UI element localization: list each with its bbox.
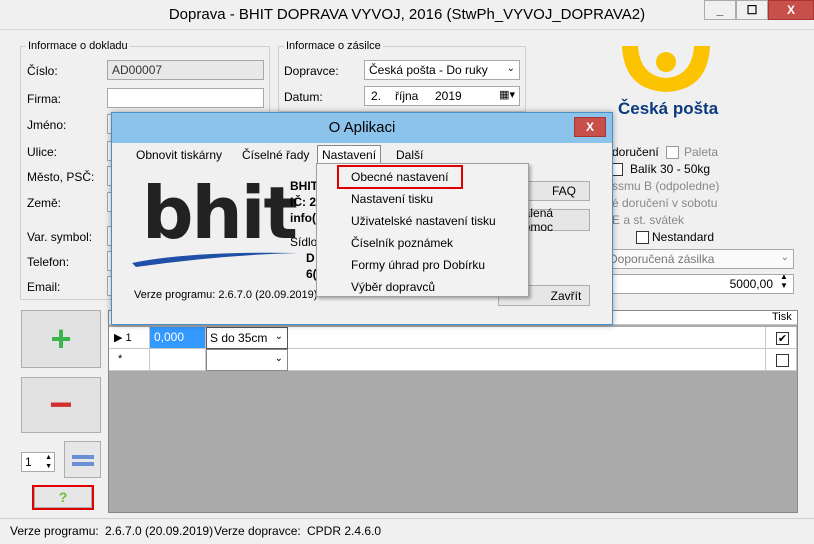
menu-formy-uhrad[interactable]: Formy úhrad pro Dobírku: [351, 258, 485, 272]
obecne-highlight: [337, 165, 463, 189]
dialog-version: Verze programu: 2.6.7.0 (20.09.2019): [134, 289, 318, 301]
dopravce-select[interactable]: Česká pošta - Do ruky ⌄: [364, 60, 520, 80]
row-marker: *: [118, 353, 123, 365]
email-label: Email:: [27, 280, 61, 294]
calendar-icon[interactable]: ▦▾: [499, 88, 515, 101]
balik-label: Balík 30 - 50kg: [630, 162, 711, 176]
weight-cell[interactable]: [150, 349, 206, 371]
zeme-label: Země:: [27, 196, 62, 210]
size-cell[interactable]: ⌄: [206, 349, 288, 371]
empty-cell: [288, 327, 766, 349]
chevron-down-icon: ⌄: [274, 331, 283, 342]
datum-picker[interactable]: 2. října 2019 ▦▾: [364, 86, 520, 106]
amount-field[interactable]: 5000,00: [604, 274, 794, 294]
svatek-label: E a st. svátek: [612, 213, 685, 227]
sidlo-line1: D: [306, 251, 315, 265]
datum-year: 2019: [435, 89, 462, 103]
amount-spinner[interactable]: ▲ ▼: [780, 272, 788, 290]
bhit-swoosh: [132, 252, 298, 267]
nestandard-checkbox[interactable]: [636, 231, 649, 244]
weight-value: 0,000: [154, 330, 185, 344]
cislo-field[interactable]: AD00007: [107, 60, 264, 80]
chevron-down-icon: ⌄: [506, 63, 515, 74]
dopravce-value: Česká pošta - Do ruky: [369, 63, 488, 77]
menu-vyber-dopravcu[interactable]: Výběr dopravců: [351, 280, 435, 294]
dialog-close-button[interactable]: X: [574, 117, 606, 137]
size-value: S do 35cm: [210, 331, 268, 345]
empty-cell: [288, 349, 766, 371]
menu-dalsi[interactable]: Další: [392, 146, 427, 164]
zasilka-group-title: Informace o zásilce: [284, 40, 383, 52]
stack-icon: [71, 454, 94, 466]
sidlo-label: Sídlo: [290, 235, 318, 249]
zavrit-label: Zavřít: [550, 288, 582, 303]
tisk-checkbox[interactable]: [776, 354, 789, 367]
varsym-label: Var. symbol:: [27, 230, 93, 244]
firma-label: Firma:: [27, 92, 61, 106]
stack-button[interactable]: [64, 441, 101, 478]
datum-label: Datum:: [284, 90, 323, 104]
weight-cell[interactable]: 0,000: [150, 327, 206, 349]
status-dopravce-value: CPDR 2.4.6.0: [307, 524, 382, 538]
close-button[interactable]: X: [768, 0, 814, 20]
telefon-label: Telefon:: [27, 255, 70, 269]
status-verze-label: Verze programu:: [10, 524, 99, 538]
nestandard-label: Nestandard: [652, 230, 715, 244]
service-value: Doporučená zásilka: [609, 252, 715, 266]
menu-obnovit[interactable]: Obnovit tiskárny: [132, 146, 226, 164]
row-marker: ▶ 1: [114, 332, 132, 344]
size-cell[interactable]: S do 35cm ⌄: [206, 327, 288, 349]
paleta-label: Paleta: [684, 145, 719, 159]
title-bar: Doprava - BHIT DOPRAVA VYVOJ, 2016 (StwP…: [0, 0, 814, 30]
cislo-label: Číslo:: [27, 64, 58, 78]
dopravce-label: Dopravce:: [284, 64, 339, 78]
company-email: info(: [290, 211, 316, 225]
minus-icon: −: [49, 383, 73, 427]
sobota-label: é doručení v sobotu: [612, 196, 718, 210]
plus-icon: +: [50, 318, 72, 359]
status-bar: Verze programu: 2.6.7.0 (20.09.2019) Ver…: [0, 518, 814, 544]
add-row-button[interactable]: +: [21, 310, 101, 368]
row-header[interactable]: [109, 349, 150, 371]
remove-row-button[interactable]: −: [21, 377, 101, 433]
faq-label: FAQ: [551, 184, 576, 198]
menu-ciselnik-poznamek[interactable]: Číselník poznámek: [351, 236, 453, 250]
doklad-group-title: Informace o dokladu: [26, 40, 130, 52]
dialog-title: O Aplikaci: [328, 119, 396, 136]
minimize-button[interactable]: _: [704, 0, 736, 20]
datum-day: 2.: [371, 89, 382, 103]
tisk-checkbox[interactable]: ✔: [776, 332, 789, 345]
company-ic: IČ: 2: [290, 195, 317, 209]
doruceni-label: doručení: [612, 145, 659, 159]
help-highlight: [32, 485, 94, 510]
menu-nastaveni[interactable]: Nastavení: [317, 145, 382, 164]
mesto-label: Město, PSČ:: [27, 170, 95, 184]
bhit-logo: bhit: [142, 171, 298, 255]
menu-uzivatelske-nastaveni[interactable]: Uživatelské nastavení tisku: [351, 214, 496, 228]
ceska-posta-logo-text: Česká pošta: [618, 99, 719, 118]
amount-value: 5000,00: [729, 277, 773, 291]
status-dopravce-label: Verze dopravce:: [214, 524, 301, 538]
paleta-checkbox[interactable]: [666, 146, 679, 159]
company-name: BHIT: [290, 179, 318, 193]
grid-header-tisk: Tisk: [772, 311, 792, 323]
status-verze-value: 2.6.7.0 (20.09.2019): [105, 524, 214, 538]
firma-field[interactable]: [107, 88, 264, 108]
copies-stepper[interactable]: 1 ▲ ▼: [21, 452, 55, 472]
ulice-label: Ulice:: [27, 145, 58, 159]
chevron-down-icon: ⌄: [780, 252, 789, 263]
menu-ciselne[interactable]: Číselné řady: [238, 146, 313, 164]
window-title: Doprava - BHIT DOPRAVA VYVOJ, 2016 (StwP…: [168, 6, 646, 23]
posthorn-logo: [622, 46, 710, 92]
copies-value: 1: [25, 455, 32, 469]
maximize-button[interactable]: ☐: [736, 0, 768, 20]
chevron-down-icon: ⌄: [274, 353, 283, 364]
service-select[interactable]: Doporučená zásilka ⌄: [604, 249, 794, 269]
datum-month: října: [395, 89, 419, 103]
jmeno-label: Jméno:: [27, 118, 67, 132]
stepper-arrows-icon[interactable]: ▲ ▼: [45, 453, 52, 471]
menu-nastaveni-tisku[interactable]: Nastavení tisku: [351, 192, 433, 206]
ssmu-label: ssmu B (odpoledne): [612, 179, 720, 193]
dialog-title-bar: O Aplikaci X: [112, 113, 612, 143]
